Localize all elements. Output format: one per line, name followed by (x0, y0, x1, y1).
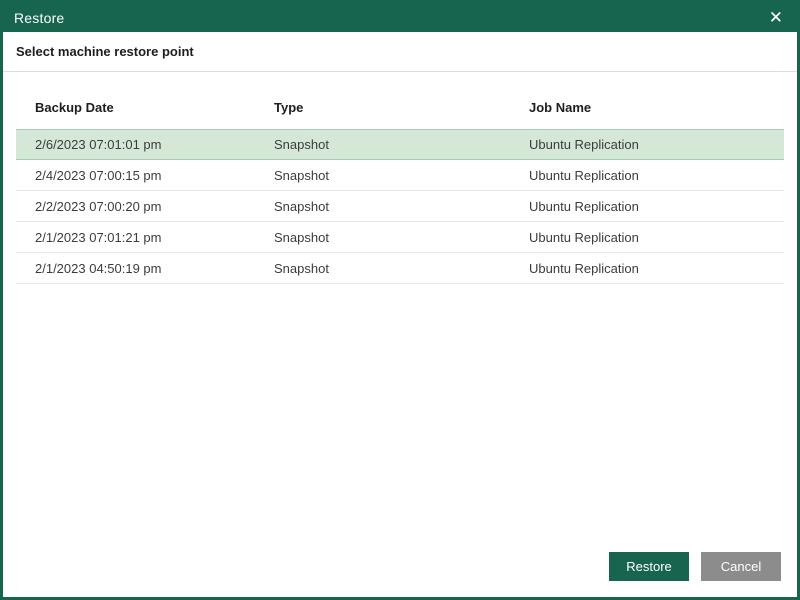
column-header-type: Type (274, 100, 304, 115)
cell-job-name: Ubuntu Replication (529, 260, 639, 276)
cell-backup-date: 2/6/2023 07:01:01 pm (35, 137, 162, 152)
table-row[interactable]: 2/6/2023 07:01:01 pm Snapshot Ubuntu Rep… (16, 129, 784, 160)
column-header-backup-date: Backup Date (35, 100, 114, 115)
restore-button[interactable]: Restore (609, 552, 689, 581)
cell-job-name: Ubuntu Replication (529, 137, 639, 152)
cell-backup-date: 2/1/2023 07:01:21 pm (35, 229, 162, 245)
dialog-title: Restore (14, 9, 65, 26)
table-row[interactable]: 2/2/2023 07:00:20 pm Snapshot Ubuntu Rep… (16, 191, 784, 222)
table-body: 2/6/2023 07:01:01 pm Snapshot Ubuntu Rep… (16, 129, 784, 284)
column-header-job-name: Job Name (529, 100, 592, 115)
dialog-titlebar: Restore ✕ (3, 3, 797, 32)
cell-backup-date: 2/4/2023 07:00:15 pm (35, 167, 162, 183)
restore-points-table: Backup Date Type Job Name 2/6/2023 07:01… (3, 72, 797, 597)
cell-job-name: Ubuntu Replication (529, 229, 639, 245)
table-row[interactable]: 2/1/2023 07:01:21 pm Snapshot Ubuntu Rep… (16, 222, 784, 253)
dialog-footer: Restore Cancel (609, 552, 781, 581)
cell-type: Snapshot (274, 167, 329, 183)
cell-type: Snapshot (274, 229, 329, 245)
table-row[interactable]: 2/4/2023 07:00:15 pm Snapshot Ubuntu Rep… (16, 160, 784, 191)
table-header-row: Backup Date Type Job Name (16, 100, 784, 129)
dialog-subtitle: Select machine restore point (16, 44, 194, 59)
close-icon[interactable]: ✕ (767, 7, 785, 28)
table-row[interactable]: 2/1/2023 04:50:19 pm Snapshot Ubuntu Rep… (16, 253, 784, 284)
cell-type: Snapshot (274, 198, 329, 214)
cell-job-name: Ubuntu Replication (529, 198, 639, 214)
restore-dialog: Restore ✕ Select machine restore point B… (0, 0, 800, 600)
cancel-button[interactable]: Cancel (701, 552, 781, 581)
dialog-subtitle-bar: Select machine restore point (3, 32, 797, 72)
cell-type: Snapshot (274, 137, 329, 152)
cell-backup-date: 2/1/2023 04:50:19 pm (35, 260, 162, 276)
cell-type: Snapshot (274, 260, 329, 276)
cell-job-name: Ubuntu Replication (529, 167, 639, 183)
cell-backup-date: 2/2/2023 07:00:20 pm (35, 198, 162, 214)
